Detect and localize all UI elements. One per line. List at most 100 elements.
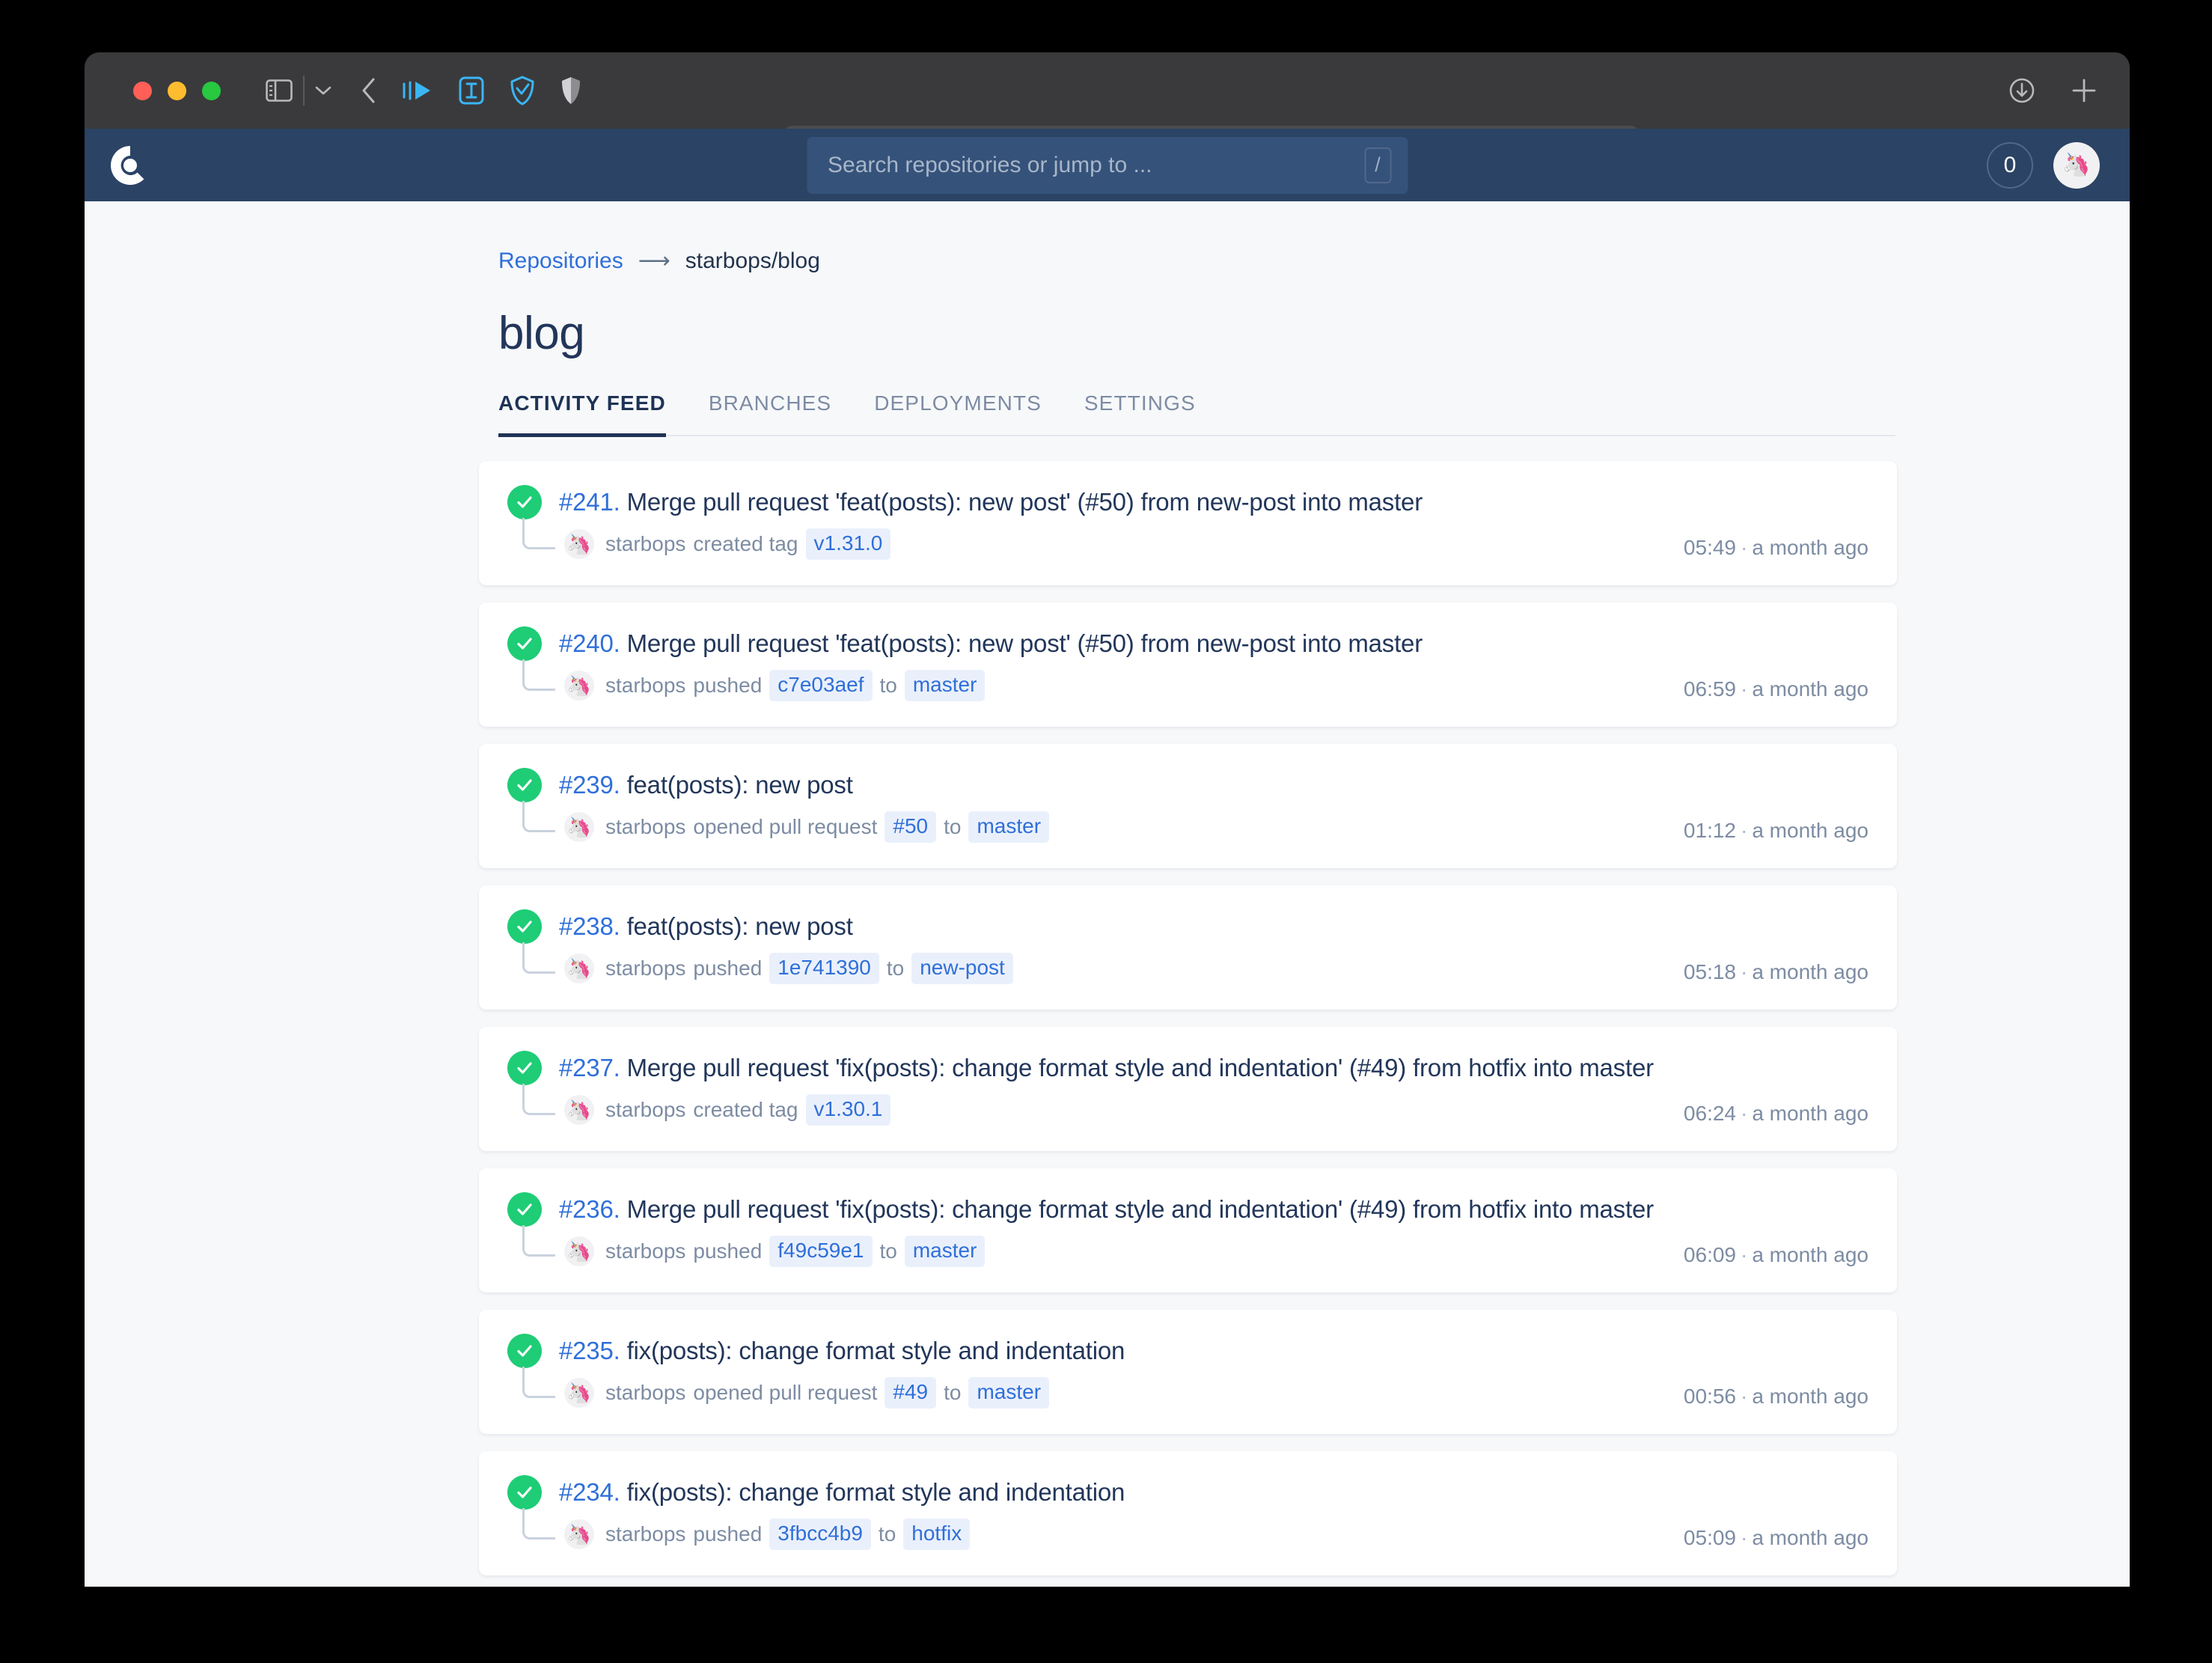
build-relative-time: a month ago — [1752, 1385, 1869, 1408]
activity-card[interactable]: #237. Merge pull request 'fix(posts): ch… — [479, 1027, 1897, 1151]
event-ref-pill[interactable]: master — [968, 1377, 1050, 1409]
build-number[interactable]: #241. — [559, 488, 620, 516]
build-message: fix(posts): change format style and inde… — [626, 1478, 1125, 1506]
activity-feed-list: #241. Merge pull request 'feat(posts): n… — [479, 461, 1897, 1575]
tree-elbow-icon — [522, 659, 555, 691]
build-time: 06:09 — [1683, 1243, 1736, 1266]
downloads-icon[interactable] — [2008, 77, 2035, 104]
privacy-report-icon[interactable] — [560, 76, 581, 106]
tree-elbow-icon — [522, 1225, 555, 1257]
build-counter-badge[interactable]: 0 — [1987, 141, 2033, 189]
activity-card[interactable]: #234. fix(posts): change format style an… — [479, 1451, 1897, 1575]
build-status-success-icon — [507, 1192, 542, 1227]
build-title[interactable]: #235. fix(posts): change format style an… — [559, 1337, 1125, 1365]
build-number[interactable]: #240. — [559, 629, 620, 657]
build-message: Merge pull request 'fix(posts): change f… — [626, 1054, 1655, 1081]
close-window-button[interactable] — [133, 81, 152, 100]
activity-card[interactable]: #240. Merge pull request 'feat(posts): n… — [479, 602, 1897, 727]
build-title[interactable]: #240. Merge pull request 'feat(posts): n… — [559, 629, 1423, 658]
activity-timestamp: 06:24 · a month ago — [1684, 1102, 1869, 1126]
activity-card[interactable]: #241. Merge pull request 'feat(posts): n… — [479, 461, 1897, 585]
activity-card[interactable]: #235. fix(posts): change format style an… — [479, 1310, 1897, 1434]
search-input[interactable]: Search repositories or jump to ... / — [807, 136, 1408, 194]
event-connector-word: to — [879, 674, 897, 697]
build-title[interactable]: #236. Merge pull request 'fix(posts): ch… — [559, 1195, 1654, 1224]
build-time: 06:24 — [1683, 1102, 1736, 1125]
event-actor: starbops — [605, 1098, 686, 1121]
build-title[interactable]: #239. feat(posts): new post — [559, 771, 853, 799]
timestamp-separator: · — [1741, 819, 1748, 842]
activity-card-event: 🦄 starbops created tag v1.30.1 — [507, 1084, 1869, 1126]
event-ref-pill[interactable]: master — [904, 1236, 986, 1267]
build-message: Merge pull request 'feat(posts): new pos… — [626, 629, 1423, 657]
event-ref-pill[interactable]: v1.30.1 — [805, 1094, 891, 1126]
activity-card-header: #238. feat(posts): new post — [507, 909, 1869, 944]
activity-card[interactable]: #236. Merge pull request 'fix(posts): ch… — [479, 1168, 1897, 1293]
event-ref-pill[interactable]: 3fbcc4b9 — [769, 1519, 871, 1550]
build-title[interactable]: #238. feat(posts): new post — [559, 912, 853, 941]
new-tab-icon[interactable] — [2071, 78, 2097, 103]
event-ref-pill[interactable]: master — [904, 670, 986, 701]
build-status-success-icon — [507, 1051, 542, 1085]
activity-card-header: #234. fix(posts): change format style an… — [507, 1475, 1869, 1510]
build-number[interactable]: #239. — [559, 771, 620, 799]
activity-timestamp: 06:09 · a month ago — [1684, 1243, 1869, 1267]
event-connector-word: to — [879, 1239, 897, 1263]
activity-timestamp: 05:49 · a month ago — [1684, 536, 1869, 560]
event-connector-word: to — [886, 956, 905, 980]
translate-icon[interactable] — [459, 76, 484, 105]
header-right-group: 0 🦄 — [1987, 141, 2100, 189]
event-actor: starbops — [605, 1381, 686, 1404]
build-relative-time: a month ago — [1752, 1102, 1869, 1125]
shield-icon[interactable] — [510, 76, 535, 106]
minimize-window-button[interactable] — [168, 81, 186, 100]
activity-timestamp: 00:56 · a month ago — [1684, 1385, 1869, 1409]
event-connector-word: to — [878, 1522, 896, 1545]
build-number[interactable]: #238. — [559, 912, 620, 940]
event-action: created tag — [693, 1098, 798, 1121]
event-description: starbops created tag v1.31.0 — [605, 528, 891, 560]
avatar[interactable]: 🦄 — [2053, 141, 2100, 189]
tab-deployments[interactable]: DEPLOYMENTS — [874, 391, 1042, 437]
activity-card-header: #236. Merge pull request 'fix(posts): ch… — [507, 1192, 1869, 1227]
chevron-down-icon[interactable] — [315, 85, 332, 96]
event-ref-pill[interactable]: #50 — [885, 811, 937, 843]
event-ref-pill[interactable]: c7e03aef — [769, 670, 873, 701]
event-ref-pill[interactable]: hotfix — [903, 1519, 971, 1550]
build-title[interactable]: #241. Merge pull request 'feat(posts): n… — [559, 488, 1423, 516]
event-author-avatar: 🦄 — [564, 529, 594, 559]
breadcrumb-repositories-link[interactable]: Repositories — [498, 248, 623, 274]
event-action: pushed — [693, 674, 763, 697]
build-relative-time: a month ago — [1752, 677, 1869, 701]
back-icon[interactable] — [361, 78, 376, 103]
browser-toolbar: drone.internal.zespre.com ••• — [85, 52, 2130, 172]
drone-logo[interactable] — [109, 144, 151, 186]
build-number[interactable]: #237. — [559, 1054, 620, 1081]
build-status-success-icon — [507, 626, 542, 661]
reader-icon[interactable] — [402, 79, 433, 102]
tree-elbow-icon — [522, 1367, 555, 1398]
tab-activity-feed[interactable]: ACTIVITY FEED — [498, 391, 666, 437]
app-header: Search repositories or jump to ... / 0 🦄 — [85, 129, 2130, 201]
event-ref-pill[interactable]: v1.31.0 — [805, 528, 891, 560]
toolbar-right-group — [2008, 52, 2097, 129]
build-number[interactable]: #236. — [559, 1195, 620, 1223]
build-title[interactable]: #234. fix(posts): change format style an… — [559, 1478, 1125, 1507]
event-ref-pill[interactable]: 1e741390 — [769, 953, 879, 984]
build-status-success-icon — [507, 485, 542, 519]
event-ref-pill[interactable]: new-post — [911, 953, 1013, 984]
build-title[interactable]: #237. Merge pull request 'fix(posts): ch… — [559, 1054, 1654, 1082]
event-ref-pill[interactable]: f49c59e1 — [769, 1236, 873, 1267]
tab-branches[interactable]: BRANCHES — [709, 391, 831, 437]
build-number[interactable]: #235. — [559, 1337, 620, 1364]
sidebar-icon[interactable] — [266, 79, 293, 102]
event-ref-pill[interactable]: master — [968, 811, 1050, 843]
drone-app: Search repositories or jump to ... / 0 🦄… — [85, 129, 2130, 1587]
build-number[interactable]: #234. — [559, 1478, 620, 1506]
activity-card-event: 🦄 starbops opened pull request #49 to master — [507, 1367, 1869, 1409]
event-ref-pill[interactable]: #49 — [885, 1377, 937, 1409]
activity-card[interactable]: #239. feat(posts): new post 🦄 starbops open… — [479, 744, 1897, 868]
activity-card[interactable]: #238. feat(posts): new post 🦄 starbops push… — [479, 885, 1897, 1010]
tab-settings[interactable]: SETTINGS — [1084, 391, 1196, 437]
maximize-window-button[interactable] — [202, 81, 221, 100]
